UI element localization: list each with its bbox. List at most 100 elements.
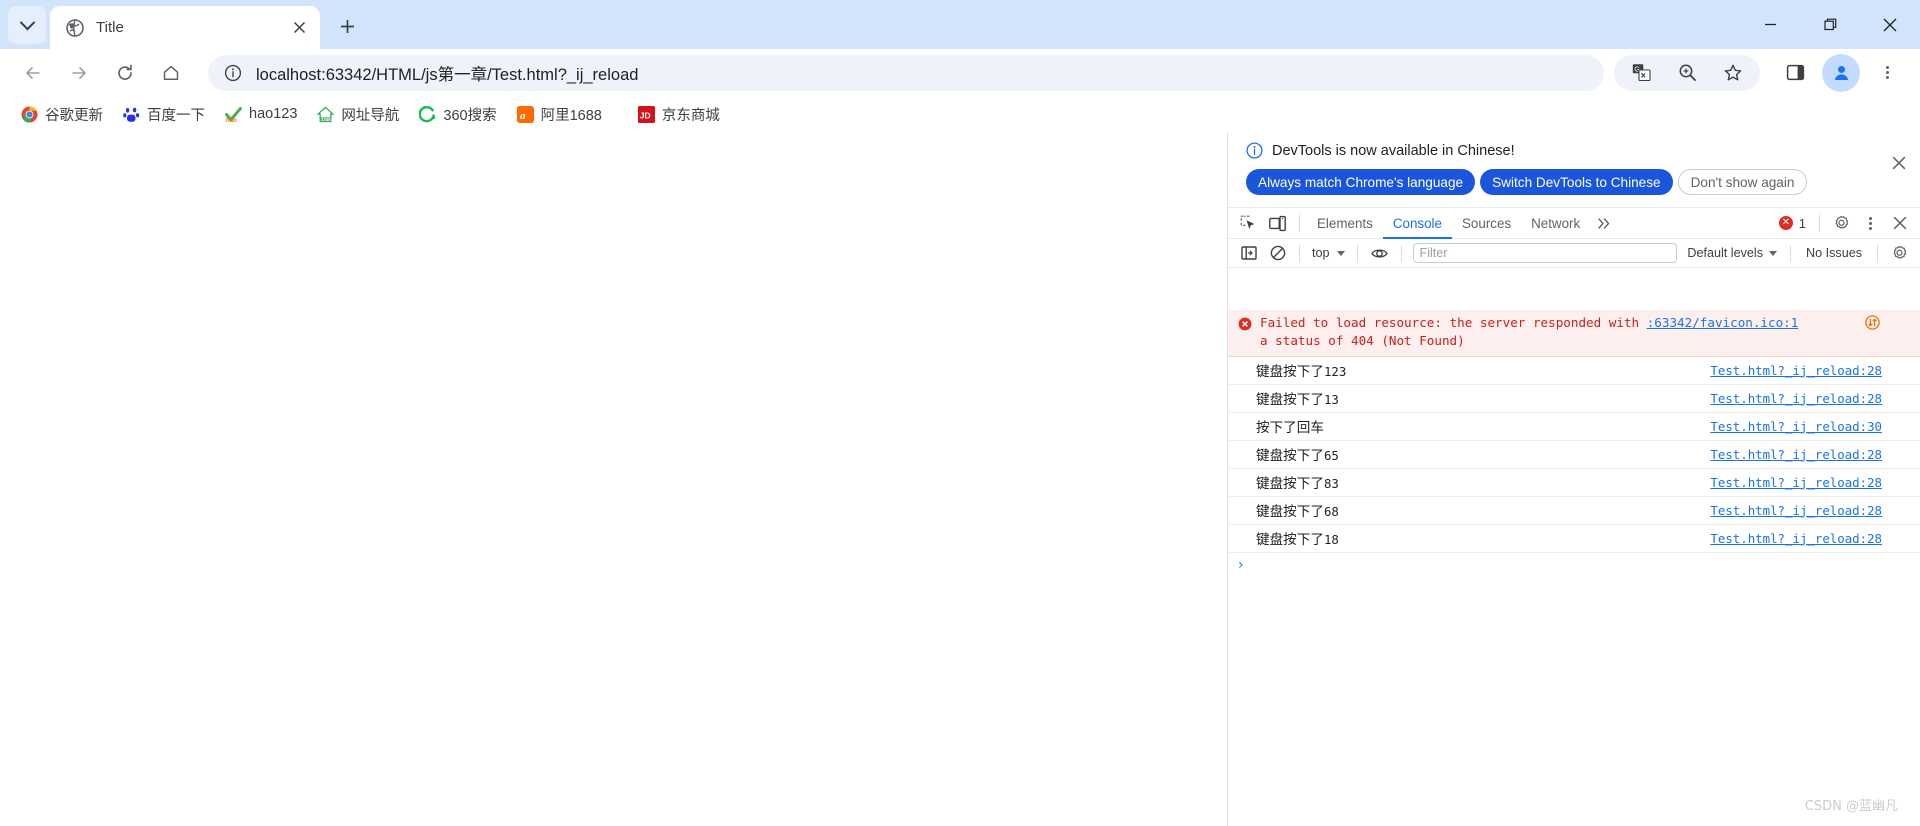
devtools-language-notification: DevTools is now available in Chinese! Al… — [1228, 132, 1920, 207]
close-icon[interactable] — [1888, 152, 1910, 174]
tab-sources[interactable]: Sources — [1452, 208, 1521, 239]
browser-tab[interactable]: Title — [50, 6, 320, 49]
bookmark-item[interactable]: a 阿里1688 — [508, 100, 611, 128]
inspect-element-icon[interactable] — [1235, 210, 1262, 236]
clear-console-icon[interactable] — [1264, 240, 1291, 266]
tab-search-button[interactable] — [8, 6, 46, 44]
console-log-row[interactable]: 键盘按下了123 Test.html?_ij_reload:28 — [1228, 357, 1920, 385]
error-text-line1: Failed to load resource: the server resp… — [1260, 315, 1640, 330]
bookmarks-bar: 谷歌更新 百度一下 hao hao123 2345 网址导航 360搜索 a 阿… — [0, 96, 1920, 132]
console-toolbar: top Default levels No Issues — [1228, 239, 1920, 268]
console-log-message: 键盘按下了13 — [1256, 388, 1710, 408]
zoom-icon[interactable] — [1668, 54, 1706, 92]
live-expression-icon[interactable] — [1366, 240, 1393, 266]
console-log-message: 键盘按下了68 — [1256, 500, 1710, 520]
log-text: 键盘按下了 — [1256, 476, 1324, 492]
tab-title: Title — [96, 19, 124, 36]
toolbar-actions: G — [1614, 53, 1910, 92]
log-text: 键盘按下了 — [1256, 532, 1324, 548]
bookmark-item[interactable]: JD 京东商城 — [629, 100, 729, 128]
bookmark-item[interactable]: 百度一下 — [114, 100, 214, 128]
always-match-language-button[interactable]: Always match Chrome's language — [1246, 169, 1476, 195]
translate-icon[interactable]: G — [1622, 54, 1660, 92]
bookmark-label: 京东商城 — [661, 107, 720, 124]
console-filter-input[interactable] — [1412, 243, 1678, 263]
bookmark-item[interactable]: 360搜索 — [410, 100, 505, 128]
network-request-icon[interactable] — [1865, 315, 1880, 330]
bookmark-item[interactable]: 谷歌更新 — [12, 100, 112, 128]
console-error-message[interactable]: Failed to load resource: the server resp… — [1228, 310, 1920, 357]
log-value: 65 — [1323, 448, 1339, 463]
log-value: 13 — [1323, 392, 1339, 407]
execution-context-selector[interactable]: top — [1307, 246, 1350, 260]
chrome-menu-icon[interactable] — [1868, 54, 1906, 92]
device-toolbar-icon[interactable] — [1264, 210, 1291, 236]
notification-message: DevTools is now available in Chinese! — [1272, 142, 1515, 159]
devtools-more-options-icon[interactable] — [1857, 210, 1884, 236]
chevron-down-icon — [19, 14, 35, 30]
tab-elements[interactable]: Elements — [1307, 208, 1383, 239]
address-bar[interactable]: localhost:63342/HTML/js第一章/Test.html?_ij… — [208, 54, 1604, 91]
address-bar-url: localhost:63342/HTML/js第一章/Test.html?_ij… — [256, 65, 639, 84]
back-button[interactable] — [14, 54, 52, 92]
tab-close-icon[interactable] — [288, 17, 310, 39]
console-log-source[interactable]: Test.html?_ij_reload:28 — [1710, 447, 1882, 462]
close-window-button[interactable] — [1860, 0, 1920, 49]
side-panel-icon[interactable] — [1776, 54, 1814, 92]
bookmark-item[interactable]: 2345 网址导航 — [308, 100, 408, 128]
console-log-row[interactable]: 键盘按下了83 Test.html?_ij_reload:28 — [1228, 469, 1920, 497]
site-information-icon[interactable] — [224, 64, 242, 82]
more-tabs-icon[interactable] — [1591, 210, 1618, 236]
divider — [1299, 214, 1300, 232]
console-log-source[interactable]: Test.html?_ij_reload:28 — [1710, 531, 1882, 546]
svg-text:2345: 2345 — [321, 117, 331, 122]
minimize-window-button[interactable] — [1740, 0, 1800, 49]
error-source-link[interactable]: :63342/favicon.ico:1 — [1647, 315, 1799, 330]
forward-button[interactable] — [60, 54, 98, 92]
log-levels-selector[interactable]: Default levels — [1681, 246, 1783, 260]
log-value: 18 — [1323, 532, 1339, 547]
new-tab-button[interactable] — [330, 9, 364, 43]
issues-status[interactable]: No Issues — [1798, 246, 1870, 260]
console-log-source[interactable]: Test.html?_ij_reload:28 — [1710, 363, 1882, 378]
info-icon — [1246, 142, 1263, 159]
globe-icon — [66, 18, 84, 37]
close-devtools-icon[interactable] — [1886, 210, 1913, 236]
console-log-source[interactable]: Test.html?_ij_reload:28 — [1710, 391, 1882, 406]
divider — [1400, 244, 1402, 262]
bookmark-label: hao123 — [249, 106, 298, 122]
bookmark-item[interactable]: hao hao123 — [216, 100, 306, 128]
error-icon — [1238, 316, 1252, 331]
tab-network[interactable]: Network — [1521, 208, 1590, 239]
window-controls — [1740, 0, 1920, 49]
tab-console[interactable]: Console — [1382, 208, 1452, 239]
home-button[interactable] — [152, 54, 190, 92]
svg-text:JD: JD — [639, 110, 650, 120]
console-log-row[interactable]: 键盘按下了13 Test.html?_ij_reload:28 — [1228, 385, 1920, 413]
reload-button[interactable] — [106, 54, 144, 92]
jd-icon: JD — [637, 105, 655, 123]
switch-devtools-language-button[interactable]: Switch DevTools to Chinese — [1480, 169, 1673, 195]
divider — [1819, 214, 1820, 232]
console-settings-gear-icon[interactable] — [1886, 240, 1913, 266]
console-log-row[interactable]: 键盘按下了68 Test.html?_ij_reload:28 — [1228, 497, 1920, 525]
devtools-tabbar-actions: ✕ 1 — [1773, 210, 1916, 236]
console-log-source[interactable]: Test.html?_ij_reload:30 — [1710, 419, 1882, 434]
log-text: 键盘按下了 — [1256, 392, 1324, 408]
dont-show-again-button[interactable]: Don't show again — [1677, 169, 1808, 195]
bookmark-label: 360搜索 — [443, 107, 497, 124]
console-log-source[interactable]: Test.html?_ij_reload:28 — [1710, 475, 1882, 490]
console-log-source[interactable]: Test.html?_ij_reload:28 — [1710, 503, 1882, 518]
console-log-row[interactable]: 按下了回车 Test.html?_ij_reload:30 — [1228, 413, 1920, 441]
maximize-window-button[interactable] — [1800, 0, 1860, 49]
console-input-prompt[interactable]: › — [1228, 553, 1920, 577]
console-sidebar-icon[interactable] — [1235, 240, 1262, 266]
error-count-badge[interactable]: ✕ 1 — [1773, 216, 1812, 231]
log-value: 83 — [1323, 476, 1339, 491]
console-log-row[interactable]: 键盘按下了18 Test.html?_ij_reload:28 — [1228, 525, 1920, 553]
profile-avatar[interactable] — [1822, 53, 1860, 92]
console-message-list[interactable]: Failed to load resource: the server resp… — [1228, 310, 1920, 826]
bookmark-star-icon[interactable] — [1714, 54, 1752, 92]
console-log-row[interactable]: 键盘按下了65 Test.html?_ij_reload:28 — [1228, 441, 1920, 469]
gear-icon[interactable] — [1828, 210, 1855, 236]
